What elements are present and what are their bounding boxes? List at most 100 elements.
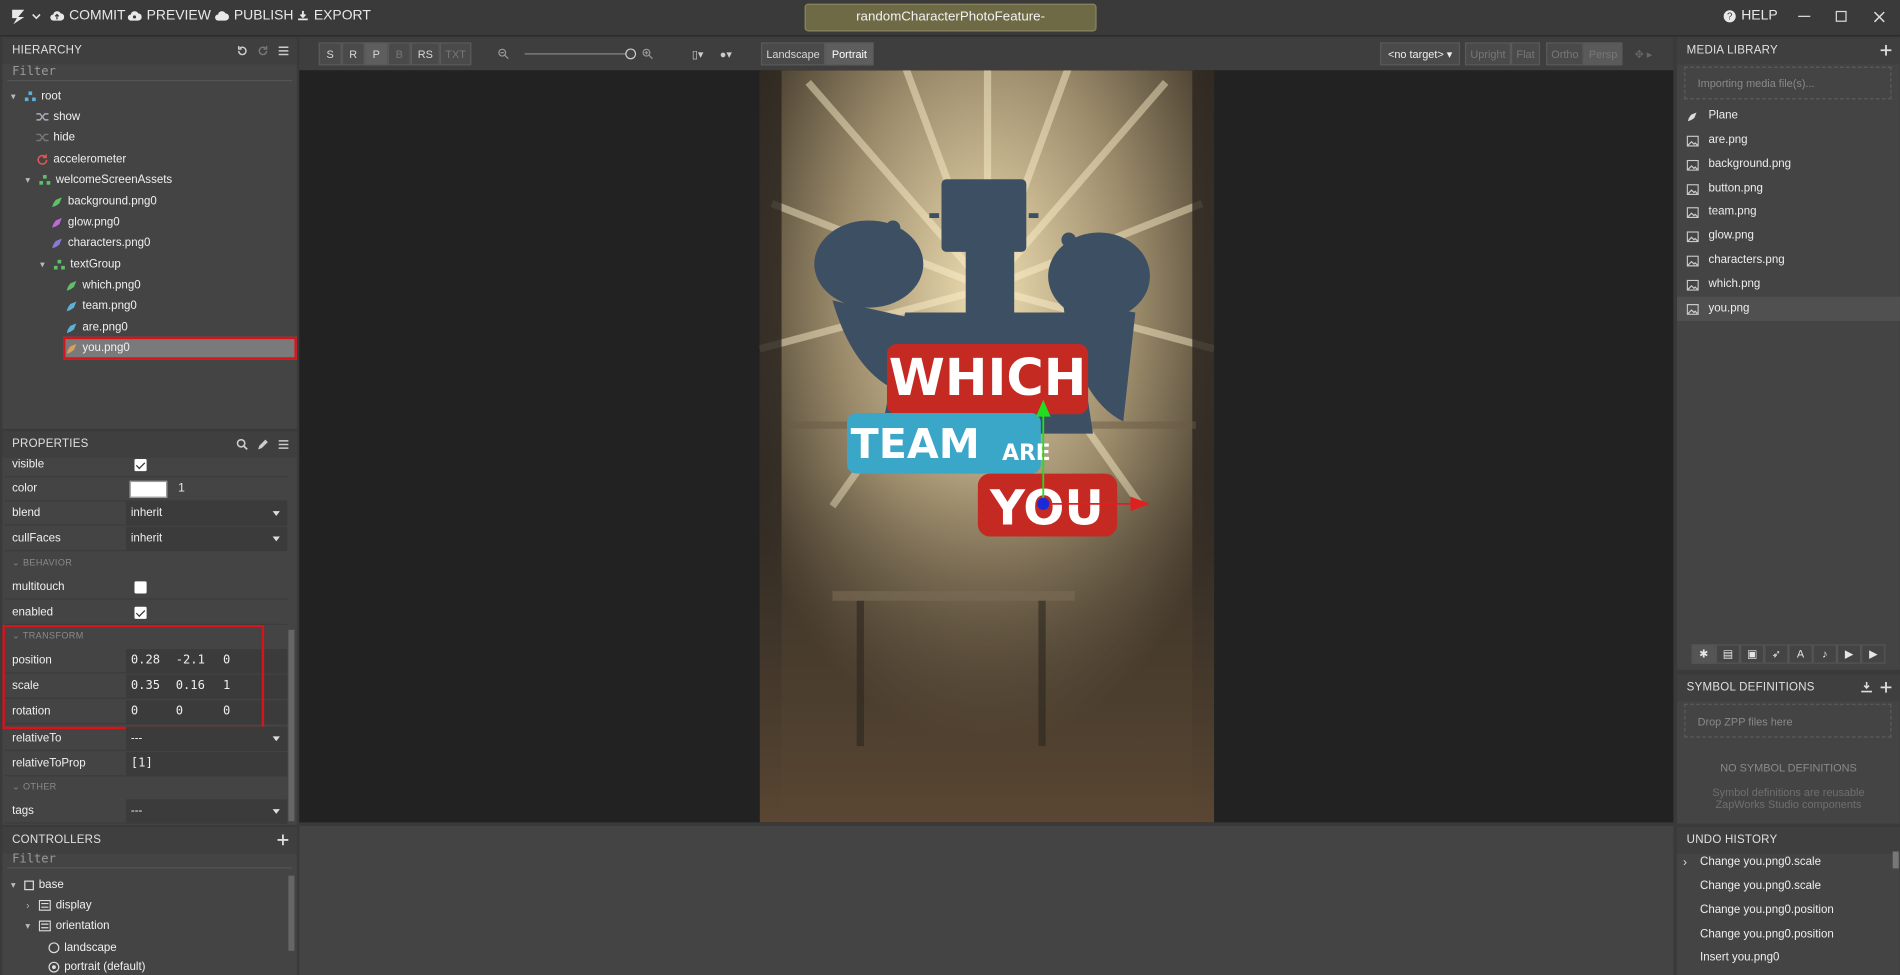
- chevron-down-icon[interactable]: ▾: [7, 879, 19, 891]
- portrait-button[interactable]: Portrait: [825, 42, 874, 66]
- chevron-down-icon[interactable]: ▾: [22, 174, 34, 186]
- target-select[interactable]: <no target> ▾: [1380, 42, 1461, 66]
- media-item-background[interactable]: background.png: [1677, 153, 1900, 177]
- mode-txt-button[interactable]: TXT: [439, 42, 472, 66]
- zapworks-menu-button[interactable]: [10, 8, 42, 25]
- undo-item[interactable]: Change you.png0.position: [1700, 900, 1834, 922]
- add-icon[interactable]: [277, 834, 289, 846]
- landscape-button[interactable]: Landscape: [760, 42, 826, 66]
- section-other[interactable]: ⌄ OTHER: [5, 778, 287, 797]
- tree-item-root[interactable]: ▾ root: [7, 86, 61, 107]
- menu-icon[interactable]: [277, 438, 289, 450]
- media-drop-zone[interactable]: Importing media file(s)...: [1684, 66, 1892, 100]
- zoom-out-icon[interactable]: [498, 48, 509, 60]
- mode-rs-button[interactable]: RS: [410, 42, 440, 66]
- media-item-which[interactable]: which.png: [1677, 273, 1900, 297]
- blend-select[interactable]: inherit: [126, 501, 288, 526]
- mode-p-button[interactable]: P: [364, 42, 388, 66]
- persp-button[interactable]: Persp: [1583, 42, 1623, 66]
- zoom-slider-track[interactable]: [524, 53, 632, 55]
- undo-scrollbar[interactable]: [1892, 851, 1899, 869]
- zoom-in-icon[interactable]: [642, 48, 653, 60]
- export-button[interactable]: EXPORT: [297, 8, 371, 23]
- font-filter-icon[interactable]: A: [1788, 644, 1813, 664]
- video-filter-icon[interactable]: ▶: [1836, 644, 1862, 664]
- media-item-team[interactable]: team.png: [1677, 200, 1900, 224]
- mode-r-button[interactable]: R: [341, 42, 365, 66]
- media-item-you[interactable]: you.png: [1676, 296, 1900, 321]
- radio-icon[interactable]: [48, 942, 60, 954]
- move-icon[interactable]: ✥ ▸: [1635, 48, 1653, 61]
- cullfaces-select[interactable]: inherit: [126, 526, 288, 552]
- undo-item[interactable]: Change you.png0.scale: [1700, 876, 1821, 898]
- tree-item-background[interactable]: background.png0: [51, 191, 157, 212]
- tree-item-are[interactable]: are.png0: [65, 317, 128, 338]
- undo-item[interactable]: Insert you.png0: [1700, 947, 1779, 969]
- visible-checkbox[interactable]: [134, 459, 147, 472]
- publish-button[interactable]: PUBLISH: [214, 8, 293, 23]
- enabled-checkbox[interactable]: [134, 606, 147, 619]
- all-filter-icon[interactable]: ✱: [1691, 644, 1716, 664]
- zoom-slider-handle[interactable]: [625, 48, 637, 60]
- tree-item-glow[interactable]: glow.png0: [51, 212, 120, 233]
- search-icon[interactable]: [236, 438, 248, 450]
- hierarchy-filter-input[interactable]: Filter: [7, 64, 293, 82]
- tree-item-accelerometer[interactable]: accelerometer: [36, 149, 126, 170]
- upright-button[interactable]: Upright: [1464, 42, 1511, 66]
- undo-item[interactable]: Change you.png0.scale: [1700, 851, 1821, 873]
- file-filter-icon[interactable]: ▤: [1715, 644, 1741, 664]
- media-item-plane[interactable]: Plane: [1677, 104, 1900, 128]
- chevron-down-icon[interactable]: ▾: [36, 259, 48, 271]
- relativetoprop-input[interactable]: [1]: [126, 752, 288, 777]
- tags-select[interactable]: ---: [126, 799, 288, 824]
- controller-orientation[interactable]: ▾ orientation: [22, 916, 109, 937]
- redo-icon[interactable]: [257, 45, 269, 57]
- device-select[interactable]: ▯▾: [692, 48, 703, 61]
- symbol-drop-zone[interactable]: Drop ZPP files here: [1684, 703, 1892, 738]
- tree-item-hide[interactable]: hide: [36, 127, 75, 148]
- add-icon[interactable]: [1880, 44, 1892, 56]
- preview-button[interactable]: PREVIEW: [127, 8, 211, 23]
- ortho-button[interactable]: Ortho: [1546, 42, 1584, 66]
- chevron-down-icon[interactable]: ▾: [7, 90, 19, 102]
- controller-display[interactable]: › display: [22, 895, 91, 916]
- color-swatch[interactable]: [129, 480, 168, 498]
- youtube-filter-icon[interactable]: ▶: [1861, 644, 1886, 664]
- rocket-filter-icon[interactable]: ➶: [1764, 644, 1789, 664]
- tree-item-textGroup[interactable]: ▾ textGroup: [36, 254, 121, 275]
- radio-checked-icon[interactable]: [48, 961, 60, 972]
- mode-s-button[interactable]: S: [318, 42, 342, 66]
- help-button[interactable]: ? HELP: [1723, 8, 1778, 23]
- flat-button[interactable]: Flat: [1510, 42, 1541, 66]
- image-filter-icon[interactable]: ▣: [1740, 644, 1765, 664]
- undo-item[interactable]: Change you.png0.position: [1700, 924, 1834, 946]
- controller-base[interactable]: ▾ base: [7, 874, 64, 895]
- controller-portrait[interactable]: portrait (default): [48, 958, 145, 975]
- relativeto-select[interactable]: ---: [126, 726, 288, 751]
- add-icon[interactable]: [1880, 681, 1892, 693]
- section-behavior[interactable]: ⌄ BEHAVIOR: [5, 554, 287, 573]
- media-item-characters[interactable]: characters.png: [1677, 248, 1900, 272]
- media-item-are[interactable]: are.png: [1677, 128, 1900, 152]
- tree-item-which[interactable]: which.png0: [65, 275, 141, 296]
- tree-item-you[interactable]: you.png0: [65, 338, 130, 359]
- tree-item-show[interactable]: show: [36, 107, 80, 128]
- mode-b-button[interactable]: B: [387, 42, 411, 66]
- media-item-button[interactable]: button.png: [1677, 177, 1900, 201]
- properties-scrollbar[interactable]: [288, 629, 295, 822]
- media-item-glow[interactable]: glow.png: [1677, 224, 1900, 248]
- timeline-panel[interactable]: [299, 826, 1674, 975]
- tree-item-characters[interactable]: characters.png0: [51, 233, 150, 254]
- multitouch-checkbox[interactable]: [134, 581, 147, 594]
- audio-filter-icon[interactable]: ♪: [1812, 644, 1837, 664]
- close-icon[interactable]: [1873, 11, 1885, 23]
- menu-icon[interactable]: [277, 45, 289, 57]
- minimize-icon[interactable]: [1798, 15, 1811, 17]
- controllers-filter-input[interactable]: Filter: [7, 851, 293, 869]
- chevron-right-icon[interactable]: ›: [22, 899, 34, 911]
- controllers-scrollbar[interactable]: [288, 875, 295, 951]
- download-icon[interactable]: [1861, 681, 1873, 693]
- pencil-icon[interactable]: [257, 438, 269, 450]
- chevron-down-icon[interactable]: ▾: [22, 920, 34, 932]
- controller-landscape[interactable]: landscape: [48, 937, 117, 958]
